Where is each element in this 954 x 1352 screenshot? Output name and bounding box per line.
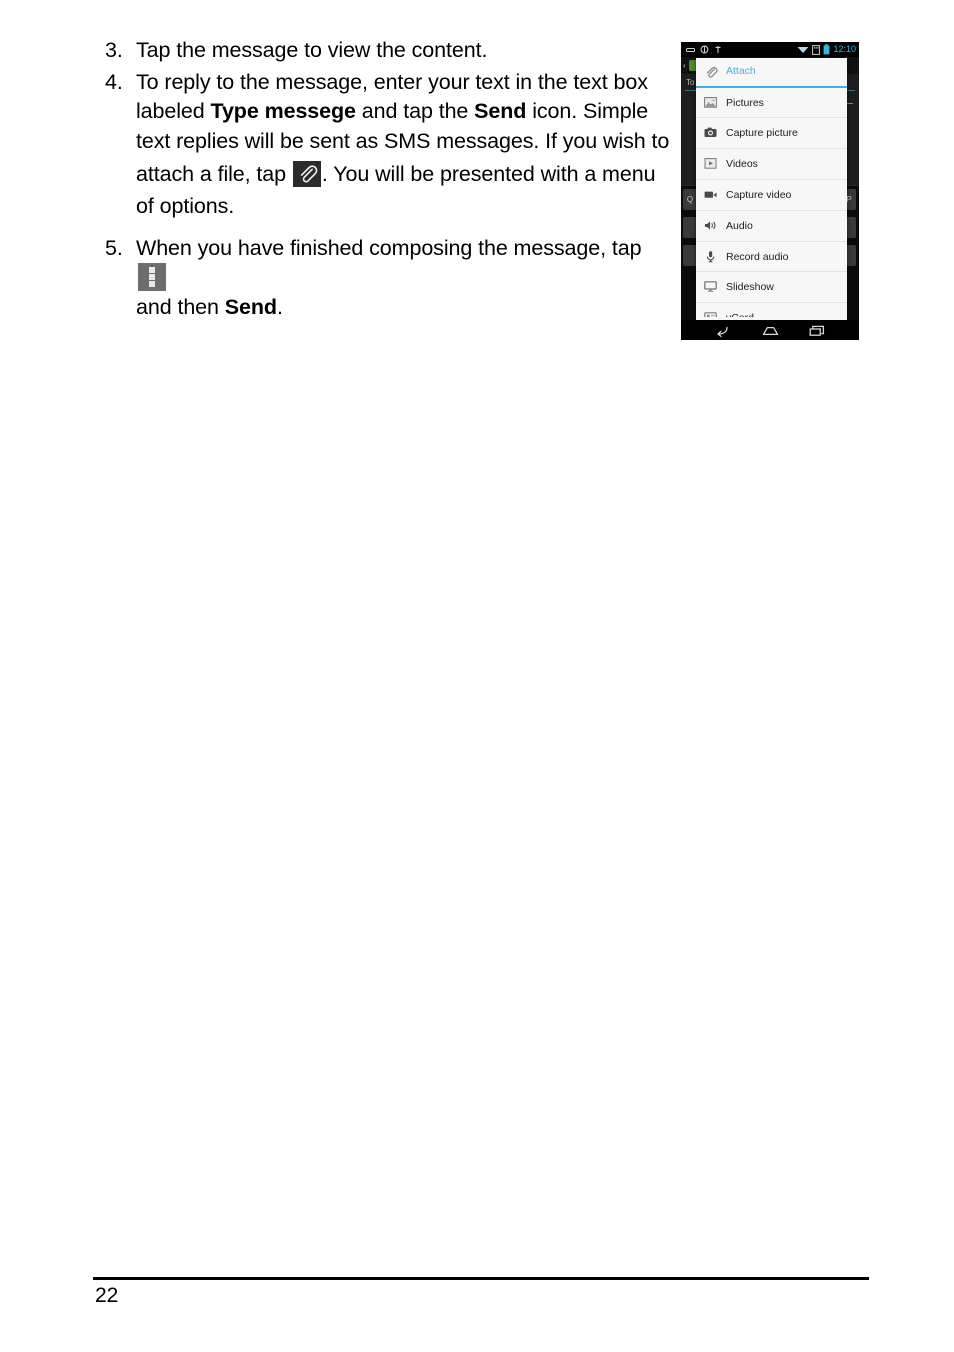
step-line: Tap the message to view the content. [136, 38, 488, 62]
list-item-label: Record audio [726, 250, 789, 263]
page-number: 22 [95, 1284, 119, 1307]
step-line-fragment: When you have finished composing the mes… [136, 235, 642, 260]
navigation-bar [681, 320, 859, 340]
list-item[interactable]: Capture video [696, 180, 847, 211]
list-item[interactable]: vCard [696, 303, 847, 318]
attach-paperclip-icon [292, 161, 321, 187]
debug-icon [715, 46, 721, 53]
image-icon [704, 96, 717, 114]
instruction-list-container: 3. Tap the message to view the content. … [93, 36, 673, 322]
overflow-dot [149, 281, 155, 287]
sync-icon [700, 45, 709, 54]
list-item-label: Capture picture [726, 127, 798, 140]
list-item[interactable]: Pictures [696, 88, 847, 119]
list-item[interactable]: Record audio [696, 242, 847, 273]
list-item-label: Pictures [726, 96, 764, 109]
step-line-fragment: and tap the [355, 99, 475, 123]
step-line: of options. [136, 194, 235, 218]
step-number: 3. [105, 38, 123, 62]
key-q[interactable]: Q [683, 189, 697, 210]
list-item-label: Slideshow [726, 281, 774, 294]
status-bar-left-icons [686, 45, 722, 54]
step-number: 4. [105, 69, 123, 94]
phone-screenshot: ‹ To Q P 12:10 Attach Pictures Capture p… [681, 42, 859, 340]
step-number: 5. [105, 235, 123, 260]
step-line-with-icon: attach a file, tap . You will be present… [136, 161, 656, 187]
step-text: To reply to the message, enter your text… [136, 68, 673, 222]
step-line-fragment: attach a file, tap [136, 162, 292, 186]
camera-icon [704, 126, 717, 144]
emphasis-type-messege: Type messege [210, 99, 357, 123]
wifi-icon [798, 47, 809, 53]
list-item[interactable]: Audio [696, 211, 847, 242]
list-item: 4. To reply to the message, enter your t… [93, 68, 673, 222]
microphone-icon [704, 250, 717, 268]
list-item[interactable]: Videos [696, 149, 847, 180]
recents-icon[interactable] [809, 324, 826, 340]
step-line-fragment: . You will be presented with a menu [321, 162, 656, 186]
usb-icon [686, 47, 695, 52]
back-icon[interactable] [713, 324, 729, 340]
overflow-menu-icon [138, 263, 166, 291]
attach-dialog[interactable]: Attach Pictures Capture picture Videos C… [696, 58, 847, 322]
step-line-fragment: labeled [136, 99, 211, 123]
list-item-label: Capture video [726, 188, 792, 201]
list-item[interactable]: Capture picture [696, 118, 847, 150]
step-line: To reply to the message, enter your text… [136, 69, 648, 94]
step-line: text replies will be sent as SMS message… [136, 128, 670, 153]
camcorder-icon [704, 188, 717, 206]
status-bar: 12:10 [681, 42, 859, 57]
sd-card-icon [812, 44, 821, 55]
slideshow-icon [704, 280, 717, 298]
emphasis-send: Send [224, 294, 277, 319]
contact-card-icon [704, 311, 717, 318]
attach-dialog-header: Attach [696, 58, 847, 86]
step-line-fragment: and then [136, 294, 225, 319]
step-line-fragment: icon. Simple [526, 99, 649, 123]
overflow-dot [149, 274, 155, 280]
list-item: 3. Tap the message to view the content. [93, 36, 673, 66]
list-item[interactable]: Slideshow [696, 272, 847, 304]
step-text: When you have finished composing the mes… [136, 234, 673, 323]
numbered-step-list: 3. Tap the message to view the content. … [93, 36, 673, 322]
list-item-label: vCard [726, 311, 754, 317]
list-item: 5. When you have finished composing the … [93, 234, 673, 323]
home-icon[interactable] [762, 324, 779, 340]
status-bar-clock: 12:10 [833, 44, 856, 54]
document-page: 3. Tap the message to view the content. … [0, 0, 954, 1352]
video-file-icon [704, 157, 717, 175]
paperclip-icon [704, 65, 718, 84]
step-line-fragment: . [276, 294, 283, 319]
recipient-field-label: To [686, 78, 695, 87]
overflow-dot [149, 267, 155, 273]
speaker-icon [704, 219, 717, 237]
attach-dialog-title: Attach [726, 65, 756, 77]
app-back-icon: ‹ [683, 61, 686, 70]
emphasis-send: Send [474, 99, 527, 123]
status-bar-right-icons: 12:10 [797, 44, 856, 55]
list-item-label: Audio [726, 219, 753, 232]
step-line-with-icon: When you have finished composing the mes… [136, 235, 642, 291]
footer-divider [93, 1277, 869, 1280]
step-text: Tap the message to view the content. [136, 36, 673, 66]
battery-icon [824, 44, 830, 55]
list-item-label: Videos [726, 158, 758, 171]
